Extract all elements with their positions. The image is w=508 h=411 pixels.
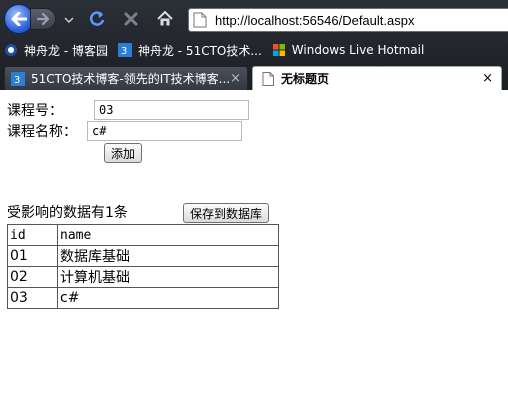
data-table: id name 01 数据库基础 02 计算机基础 03 c# (7, 224, 279, 309)
page-icon (262, 71, 274, 86)
browser-chrome: http://localhost:56546/Default.aspx 神舟龙 … (0, 0, 508, 90)
table-row: 02 计算机基础 (7, 266, 279, 288)
cell-name: 数据库基础 (57, 245, 279, 267)
favorite-item-cnblogs[interactable]: 神舟龙 - 博客园 (4, 42, 108, 59)
51cto-icon: 3 (117, 43, 132, 57)
refresh-button[interactable] (86, 8, 108, 30)
windows-live-icon (272, 44, 285, 56)
add-button[interactable]: 添加 (104, 143, 143, 163)
table-row: 01 数据库基础 (7, 245, 279, 267)
cell-id: 03 (7, 287, 58, 309)
cell-id: 02 (7, 266, 58, 288)
home-icon (157, 10, 173, 26)
stop-x-icon (124, 12, 138, 26)
favorite-item-51cto[interactable]: 3 神舟龙 - 51CTO技术... (117, 42, 262, 59)
address-url: http://localhost:56546/Default.aspx (215, 12, 415, 28)
forward-button[interactable] (30, 8, 56, 30)
tab-bar: 3 51CTO技术博客-领先的IT技术博客... × 无标题页 × (0, 64, 508, 90)
header-cell-id: id (7, 224, 58, 246)
favorites-bar: 神舟龙 - 博客园 3 神舟龙 - 51CTO技术... Windows Liv… (0, 38, 508, 62)
table-header-row: id name (7, 224, 279, 246)
page-icon (193, 12, 207, 28)
course-name-label: 课程名称： (7, 124, 77, 140)
svg-text:3: 3 (14, 75, 20, 86)
tab-close-icon[interactable]: × (482, 71, 493, 86)
table-row: 03 c# (7, 287, 279, 309)
stop-button[interactable] (120, 8, 142, 30)
affected-rows-text: 受影响的数据有1条 (7, 205, 128, 221)
save-to-database-button[interactable]: 保存到数据库 (183, 203, 270, 223)
chevron-down-icon (64, 17, 74, 23)
favorite-label: Windows Live Hotmail (291, 43, 425, 57)
51cto-icon: 3 (11, 71, 25, 86)
tab-label: 51CTO技术博客-领先的IT技术博客... (31, 72, 231, 86)
tab-untitled[interactable]: 无标题页 × (252, 66, 502, 90)
course-no-label: 课程号： (7, 103, 63, 119)
page-content: 课程号： 课程名称： 添加 受影响的数据有1条 保存到数据库 id name 0… (0, 90, 508, 411)
tab-close-icon[interactable]: × (230, 71, 241, 86)
course-name-input[interactable] (87, 121, 242, 141)
history-dropdown-button[interactable] (62, 14, 76, 26)
home-button[interactable] (154, 8, 176, 30)
address-bar[interactable]: http://localhost:56546/Default.aspx (188, 8, 508, 32)
back-arrow-icon (11, 12, 27, 26)
tab-label: 无标题页 (281, 72, 330, 86)
refresh-icon (89, 11, 105, 26)
tab-51cto[interactable]: 3 51CTO技术博客-领先的IT技术博客... × (4, 66, 248, 90)
cell-name: 计算机基础 (57, 266, 279, 288)
svg-text:3: 3 (121, 46, 127, 57)
favorite-item-hotmail[interactable]: Windows Live Hotmail (272, 43, 424, 57)
course-no-input[interactable] (94, 100, 249, 120)
cnblogs-icon (5, 44, 17, 56)
cell-id: 01 (7, 245, 58, 267)
navigation-bar: http://localhost:56546/Default.aspx (0, 0, 508, 38)
favorite-label: 神舟龙 - 51CTO技术... (137, 43, 262, 58)
cell-name: c# (57, 287, 279, 309)
forward-arrow-icon (37, 13, 49, 25)
favorite-label: 神舟龙 - 博客园 (24, 43, 108, 58)
header-cell-name: name (57, 224, 279, 246)
